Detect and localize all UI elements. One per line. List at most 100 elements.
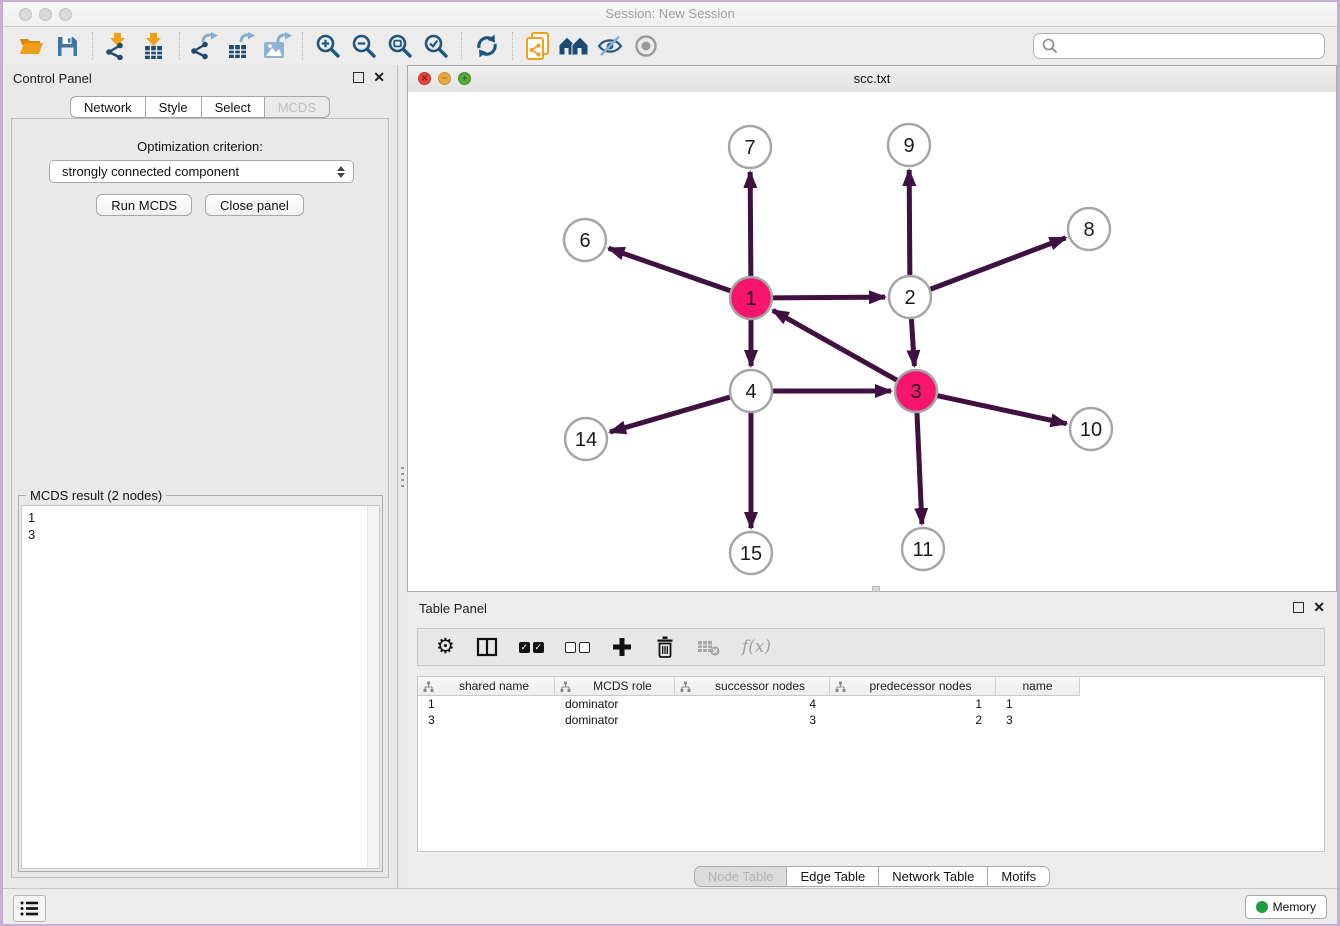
control-panel-tab-mcds[interactable]: MCDS: [264, 96, 330, 118]
table-cell[interactable]: dominator: [555, 697, 675, 711]
graph-node-label: 15: [740, 543, 762, 565]
graph-edge-4-14[interactable]: [610, 396, 733, 432]
search-box[interactable]: [1033, 33, 1325, 59]
memory-button[interactable]: Memory: [1245, 895, 1327, 919]
zoom-out-button[interactable]: [346, 30, 382, 62]
network-window-titlebar: ✕ − + scc.txt: [408, 66, 1336, 93]
show-columns-button[interactable]: [476, 636, 498, 658]
table-row[interactable]: 3dominator323: [418, 712, 1324, 728]
clone-network-button[interactable]: [520, 30, 556, 62]
mcds-result-text[interactable]: 1 3: [21, 505, 380, 869]
table-cell[interactable]: 3: [675, 713, 830, 727]
control-panel-tab-select[interactable]: Select: [201, 96, 265, 118]
column-header-label: predecessor nodes: [846, 679, 995, 693]
toolbar-separator: [302, 32, 303, 60]
zoom-out-icon: [351, 33, 377, 59]
table-cell[interactable]: 1: [830, 697, 996, 711]
table-tabs: Node TableEdge TableNetwork TableMotifs: [407, 866, 1337, 887]
criterion-dropdown[interactable]: strongly connected component: [49, 160, 354, 183]
table-cell[interactable]: 1: [996, 697, 1080, 711]
graph-edge-2-9[interactable]: [909, 170, 910, 278]
zoom-fit-button[interactable]: [382, 30, 418, 62]
close-panel-button[interactable]: Close panel: [205, 194, 304, 216]
open-session-button[interactable]: [13, 30, 49, 62]
export-image-button[interactable]: [259, 30, 295, 62]
table-tab-motifs[interactable]: Motifs: [987, 866, 1050, 887]
close-panel-icon[interactable]: ✕: [373, 70, 385, 84]
save-session-button[interactable]: [49, 30, 85, 62]
table-cell[interactable]: 3: [418, 713, 555, 727]
graph-edge-1-6[interactable]: [609, 248, 733, 291]
graph-node-label: 8: [1083, 219, 1094, 241]
zoom-in-button[interactable]: [310, 30, 346, 62]
deselect-all-button[interactable]: [565, 642, 590, 653]
open-folder-icon: [18, 34, 44, 58]
zoom-selected-button[interactable]: [418, 30, 454, 62]
graph-edge-1-2[interactable]: [770, 297, 885, 298]
home-group-button[interactable]: [556, 30, 592, 62]
graph-node-label: 6: [579, 230, 590, 252]
add-column-button[interactable]: [611, 636, 633, 658]
table-settings-button[interactable]: ⚙: [436, 636, 455, 658]
delete-column-button[interactable]: [654, 635, 676, 659]
close-panel-icon[interactable]: ✕: [1313, 600, 1325, 614]
column-header-shared-name[interactable]: shared name: [418, 677, 555, 696]
application-window: Session: New Session: [3, 2, 1337, 924]
result-scrollbar[interactable]: [367, 506, 379, 868]
column-header-predecessor-nodes[interactable]: predecessor nodes: [830, 677, 996, 696]
control-panel-tab-network[interactable]: Network: [70, 96, 146, 118]
graph-node-label: 3: [910, 381, 921, 403]
table-panel-title: Table Panel: [419, 601, 487, 616]
float-panel-icon[interactable]: [1293, 602, 1304, 613]
select-all-button[interactable]: ✓ ✓: [519, 642, 544, 653]
graph-edge-2-3[interactable]: [911, 316, 914, 366]
column-header-MCDS-role[interactable]: MCDS role: [555, 677, 675, 696]
search-icon: [1041, 37, 1059, 55]
graph-edge-1-7[interactable]: [750, 172, 751, 279]
table-cell[interactable]: 1: [418, 697, 555, 711]
table-tab-network-table[interactable]: Network Table: [878, 866, 988, 887]
export-network-button[interactable]: [187, 30, 223, 62]
refresh-layout-button[interactable]: [469, 30, 505, 62]
control-panel-header: Control Panel ✕: [3, 65, 397, 91]
node-table[interactable]: shared nameMCDS role successor nodes prede…: [417, 676, 1325, 852]
network-graph[interactable]: 1234678910111415: [408, 92, 1336, 591]
table-cell[interactable]: 4: [675, 697, 830, 711]
search-input[interactable]: [1059, 35, 1324, 57]
graph-edge-3-11[interactable]: [917, 410, 922, 524]
splitter-grip-icon[interactable]: [872, 586, 880, 592]
graph-edge-3-10[interactable]: [935, 395, 1067, 424]
table-row[interactable]: 1dominator411: [418, 696, 1324, 712]
graph-edge-2-8[interactable]: [928, 238, 1066, 290]
column-tree-icon: [680, 681, 691, 692]
function-builder-button[interactable]: f(x): [742, 637, 771, 657]
graph-node-label: 4: [745, 381, 756, 403]
column-header-successor-nodes[interactable]: successor nodes: [675, 677, 830, 696]
panel-splitter[interactable]: [398, 65, 407, 888]
show-all-button[interactable]: [628, 30, 664, 62]
mcds-result-lines: 1 3: [22, 506, 379, 546]
column-header-label: successor nodes: [691, 679, 829, 693]
column-header-name[interactable]: name: [996, 677, 1080, 696]
control-panel-tabs: NetworkStyleSelectMCDS: [3, 96, 397, 118]
graph-edge-3-1[interactable]: [773, 310, 900, 381]
delete-table-button[interactable]: [697, 637, 721, 657]
table-tab-edge-table[interactable]: Edge Table: [786, 866, 879, 887]
network-canvas[interactable]: 1234678910111415: [408, 92, 1336, 591]
table-cell[interactable]: 2: [830, 713, 996, 727]
save-icon: [56, 35, 79, 58]
float-panel-icon[interactable]: [353, 72, 364, 83]
table-cell[interactable]: 3: [996, 713, 1080, 727]
control-panel-tab-style[interactable]: Style: [145, 96, 202, 118]
table-cell[interactable]: dominator: [555, 713, 675, 727]
export-image-icon: [262, 32, 292, 60]
hide-selected-button[interactable]: [592, 30, 628, 62]
export-table-button[interactable]: [223, 30, 259, 62]
task-history-button[interactable]: [13, 895, 46, 922]
import-network-button[interactable]: [100, 30, 136, 62]
table-tab-node-table[interactable]: Node Table: [694, 866, 788, 887]
import-table-button[interactable]: [136, 30, 172, 62]
run-mcds-button[interactable]: Run MCDS: [96, 194, 192, 216]
mcds-result-title: MCDS result (2 nodes): [26, 488, 166, 503]
splitter-grip-icon: [401, 467, 404, 489]
